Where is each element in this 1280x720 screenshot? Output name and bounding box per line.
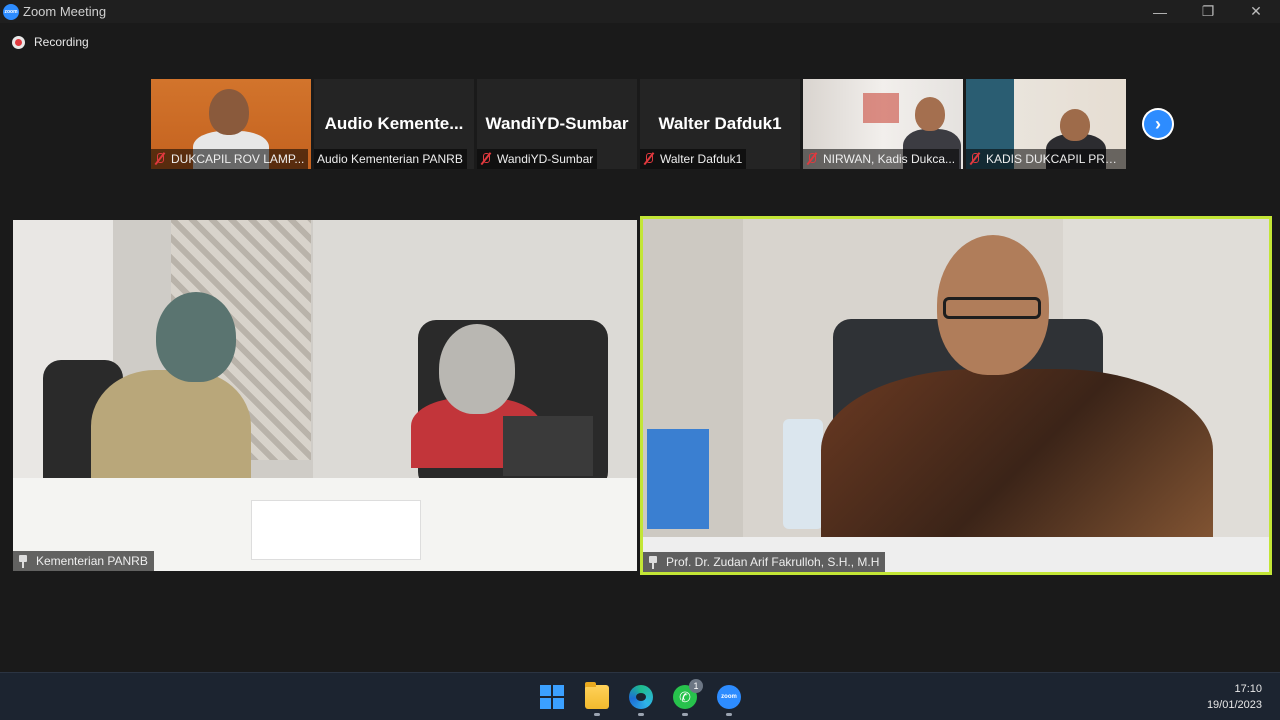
clock-date: 19/01/2023 [1206,699,1262,711]
water-bottle [783,419,823,529]
participant-name: Prof. Dr. Zudan Arif Fakrulloh, S.H., M.… [666,555,880,569]
participant-face [156,292,236,382]
participant-face [915,97,945,131]
window-controls: — ❐ ✕ [1136,0,1280,23]
participant-name: DUKCAPIL ROV LAMP... [171,152,305,166]
participant-big-label: Walter Dafduk1 [658,114,782,133]
participant-name-bar: Walter Dafduk1 [640,149,747,169]
tissue-box [251,500,421,560]
mic-muted-icon [480,152,492,166]
participant-face [1060,109,1090,141]
taskbar: ✆ 1 zoom [0,672,1280,720]
edge-icon[interactable] [629,685,653,709]
running-indicator [726,713,732,716]
tile-name-bar: Kementerian PANRB [13,551,154,571]
running-indicator [638,713,644,716]
whatsapp-icon[interactable]: ✆ 1 [673,679,703,709]
participant-name: WandiYD-Sumbar [497,152,594,166]
zoom-logo-icon: zoom [3,3,19,20]
participant-name: Walter Dafduk1 [660,152,743,166]
pin-icon [17,554,29,568]
participant-tile[interactable]: NIRWAN, Kadis Dukca... [803,79,963,169]
folder-icon[interactable] [585,682,609,709]
participant-name: Audio Kementerian PANRB [317,152,463,166]
window-title: Zoom Meeting [23,4,107,19]
participant-tile[interactable]: KADIS DUKCAPIL PRO... [966,79,1126,169]
participant-face [209,89,249,135]
participant-name-bar: DUKCAPIL ROV LAMP... [151,149,309,169]
tile-name-bar: Prof. Dr. Zudan Arif Fakrulloh, S.H., M.… [643,552,886,572]
system-clock[interactable]: 17:10 19/01/2023 [1207,681,1262,713]
participant-name-bar: WandiYD-Sumbar [477,149,598,169]
calendar [647,429,709,529]
participant-strip: DUKCAPIL ROV LAMP... Audio Kemente... Au… [151,79,1126,169]
mic-muted-icon [969,152,981,166]
mic-muted-icon [643,152,655,166]
participant-tile[interactable]: WandiYD-Sumbar WandiYD-Sumbar [477,79,637,169]
participant-tile[interactable]: Walter Dafduk1 Walter Dafduk1 [640,79,800,169]
eyeglasses [943,297,1041,319]
participant-name: KADIS DUKCAPIL PRO... [986,152,1122,166]
running-indicator [594,713,600,716]
chevron-right-icon: › [1144,110,1172,138]
participant-name-bar: Audio Kementerian PANRB [314,149,467,169]
next-page-button[interactable]: › [1142,108,1174,140]
recording-indicator[interactable]: Recording [12,35,89,49]
participant-big-label: WandiYD-Sumbar [485,114,629,133]
participant-tile[interactable]: Audio Kemente... Audio Kementerian PANRB [314,79,474,169]
windows-icon[interactable] [540,685,564,709]
recording-label: Recording [34,35,89,49]
zoom-icon[interactable]: zoom [717,685,741,709]
participant-name-bar: NIRWAN, Kadis Dukca... [803,149,960,169]
maximize-button[interactable]: ❐ [1184,0,1232,23]
video-tile-left[interactable]: Kementerian PANRB [13,220,637,571]
monitor [503,416,593,476]
title-bar: zoom Zoom Meeting — ❐ ✕ [0,0,1280,23]
participant-name: Kementerian PANRB [36,554,148,568]
video-tile-active-speaker[interactable]: Prof. Dr. Zudan Arif Fakrulloh, S.H., M.… [640,216,1272,575]
recording-icon [12,35,25,49]
participant-face [439,324,515,414]
clock-time: 17:10 [1234,683,1262,695]
pin-icon [647,555,659,569]
running-indicator [682,713,688,716]
mic-muted-icon [154,152,166,166]
notification-badge: 1 [689,679,703,693]
mic-muted-icon [806,152,818,166]
minimize-button[interactable]: — [1136,0,1184,23]
participant-name-bar: KADIS DUKCAPIL PRO... [966,149,1126,169]
participant-tile[interactable]: DUKCAPIL ROV LAMP... [151,79,311,169]
wall-shelf [863,93,899,123]
participant-big-label: Audio Kemente... [324,114,464,133]
participant-name: NIRWAN, Kadis Dukca... [823,152,956,166]
close-button[interactable]: ✕ [1232,0,1280,23]
